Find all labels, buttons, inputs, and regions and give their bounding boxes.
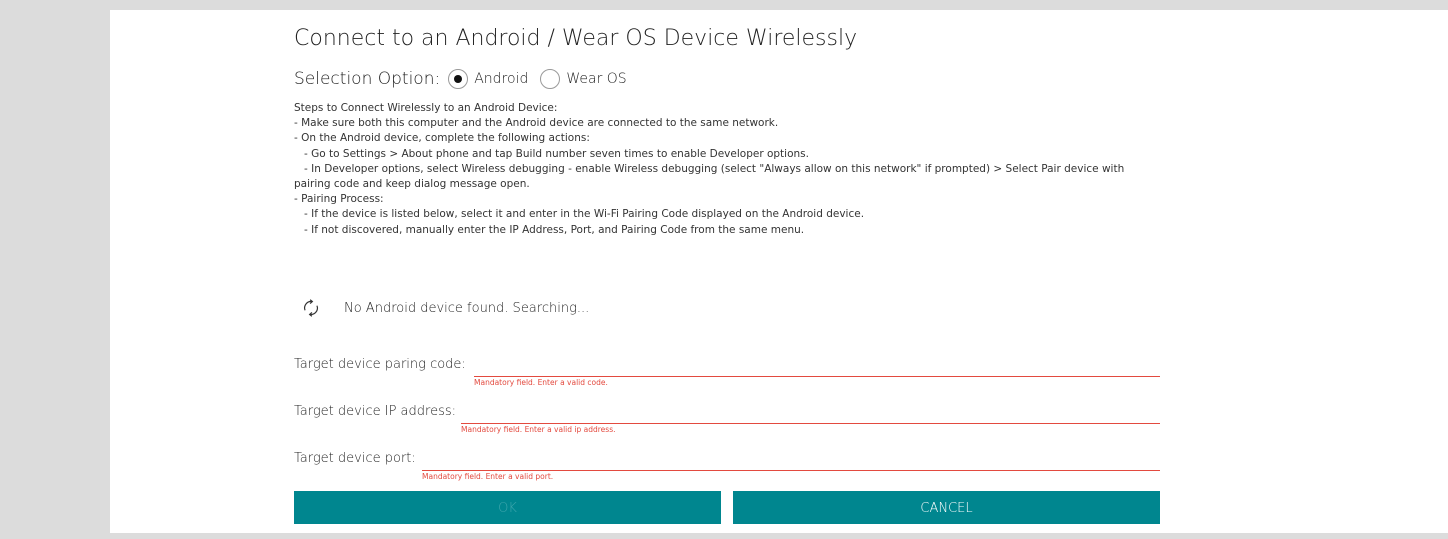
steps-line: - Go to Settings > About phone and tap B… bbox=[294, 147, 809, 160]
ip-address-label: Target device IP address: bbox=[294, 404, 456, 419]
pairing-code-input[interactable] bbox=[474, 357, 1160, 377]
cancel-button[interactable]: CANCEL bbox=[733, 491, 1160, 524]
steps-line: - On the Android device, complete the fo… bbox=[294, 132, 590, 145]
connection-steps: Steps to Connect Wirelessly to an Androi… bbox=[294, 101, 1160, 238]
steps-line: - Pairing Process: bbox=[294, 193, 384, 206]
dialog-buttons: OK CANCEL bbox=[294, 491, 1160, 524]
radio-wear-os[interactable]: Wear OS bbox=[540, 69, 627, 89]
steps-line: - If the device is listed below, select … bbox=[294, 208, 865, 221]
dialog-content: Connect to an Android / Wear OS Device W… bbox=[294, 10, 1160, 533]
status-text: No Android device found. Searching... bbox=[344, 300, 590, 316]
steps-line: - If not discovered, manually enter the … bbox=[294, 223, 805, 236]
pairing-code-label: Target device paring code: bbox=[294, 357, 466, 372]
steps-line: - In Developer options, select Wireless … bbox=[294, 162, 1128, 191]
radio-android[interactable]: Android bbox=[448, 69, 528, 89]
selection-option-label: Selection Option: bbox=[294, 69, 441, 89]
steps-line: - Make sure both this computer and the A… bbox=[294, 117, 779, 130]
radio-wear-os-circle[interactable] bbox=[540, 69, 561, 89]
ip-address-input[interactable] bbox=[461, 404, 1160, 424]
refresh-icon[interactable] bbox=[300, 297, 322, 319]
dialog-panel: Connect to an Android / Wear OS Device W… bbox=[110, 10, 1448, 533]
radio-android-label[interactable]: Android bbox=[474, 71, 528, 87]
port-input[interactable] bbox=[422, 451, 1160, 471]
radio-wear-os-label[interactable]: Wear OS bbox=[566, 71, 626, 87]
device-search-status: No Android device found. Searching... bbox=[300, 297, 589, 319]
port-label: Target device port: bbox=[294, 451, 416, 466]
selection-option-row: Selection Option: Android Wear OS bbox=[294, 68, 639, 90]
pairing-code-field-group: Target device paring code: Mandatory fie… bbox=[294, 357, 1160, 389]
steps-line: Steps to Connect Wirelessly to an Androi… bbox=[294, 102, 558, 114]
port-error: Mandatory field. Enter a valid port. bbox=[422, 472, 554, 481]
pairing-code-error: Mandatory field. Enter a valid code. bbox=[474, 378, 608, 387]
ip-address-error: Mandatory field. Enter a valid ip addres… bbox=[461, 425, 616, 434]
dialog-title: Connect to an Android / Wear OS Device W… bbox=[294, 26, 858, 51]
ip-address-field-group: Target device IP address: Mandatory fiel… bbox=[294, 404, 1160, 436]
radio-android-circle[interactable] bbox=[448, 69, 469, 89]
ok-button[interactable]: OK bbox=[294, 491, 721, 524]
port-field-group: Target device port: Mandatory field. Ent… bbox=[294, 451, 1160, 483]
